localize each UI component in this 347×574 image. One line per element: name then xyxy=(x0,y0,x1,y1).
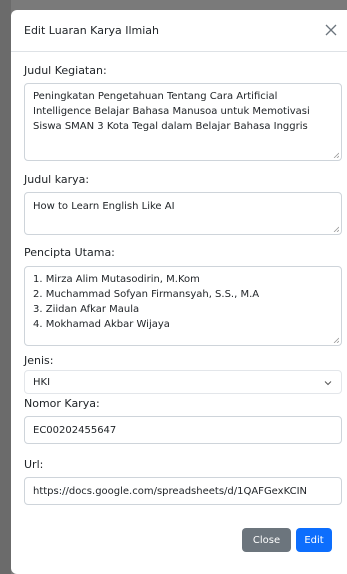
pencipta-utama-label: Pencipta Utama: xyxy=(24,246,115,259)
judul-kegiatan-textarea[interactable]: Peningkatan Pengetahuan Tentang Cara Art… xyxy=(24,83,342,161)
close-icon[interactable] xyxy=(321,20,341,40)
edit-modal: Edit Luaran Karya Ilmiah Judul Kegiatan:… xyxy=(11,10,347,574)
judul-kegiatan-label: Judul Kegiatan: xyxy=(24,64,107,77)
resize-handle-icon[interactable] xyxy=(333,226,339,232)
modal-title: Edit Luaran Karya Ilmiah xyxy=(24,24,159,37)
background-overlay xyxy=(0,0,11,574)
pencipta-utama-textarea[interactable]: 1. Mirza Alim Mutasodirin, M.Kom 2. Much… xyxy=(24,266,342,346)
pencipta-line: 2. Muchammad Sofyan Firmansyah, S.S., M.… xyxy=(33,289,260,300)
url-value: https://docs.google.com/spreadsheets/d/1… xyxy=(33,486,308,497)
nomor-karya-input[interactable]: EC00202455647 xyxy=(24,416,342,444)
judul-karya-textarea[interactable]: How to Learn English Like AI xyxy=(24,192,342,235)
modal-header: Edit Luaran Karya Ilmiah xyxy=(11,10,347,52)
chevron-down-icon xyxy=(324,381,332,386)
close-button[interactable]: Close xyxy=(242,528,291,552)
resize-handle-icon[interactable] xyxy=(333,152,339,158)
pencipta-line: 1. Mirza Alim Mutasodirin, M.Kom xyxy=(33,274,200,285)
jenis-select[interactable]: HKI xyxy=(24,370,342,394)
judul-karya-label: Judul karya: xyxy=(24,173,90,186)
jenis-selected-value: HKI xyxy=(33,376,51,388)
nomor-karya-value: EC00202455647 xyxy=(33,425,117,436)
resize-handle-icon[interactable] xyxy=(333,337,339,343)
judul-karya-value: How to Learn English Like AI xyxy=(33,201,175,212)
nomor-karya-label: Nomor Karya: xyxy=(24,397,100,410)
pencipta-line: 4. Mokhamad Akbar Wijaya xyxy=(33,319,170,330)
url-label: Url: xyxy=(24,458,44,471)
pencipta-line: 3. Ziidan Afkar Maula xyxy=(33,304,140,315)
url-input[interactable]: https://docs.google.com/spreadsheets/d/1… xyxy=(24,477,342,505)
edit-button[interactable]: Edit xyxy=(296,528,332,552)
judul-kegiatan-value: Peningkatan Pengetahuan Tentang Cara Art… xyxy=(33,91,310,132)
jenis-label: Jenis: xyxy=(24,354,54,367)
